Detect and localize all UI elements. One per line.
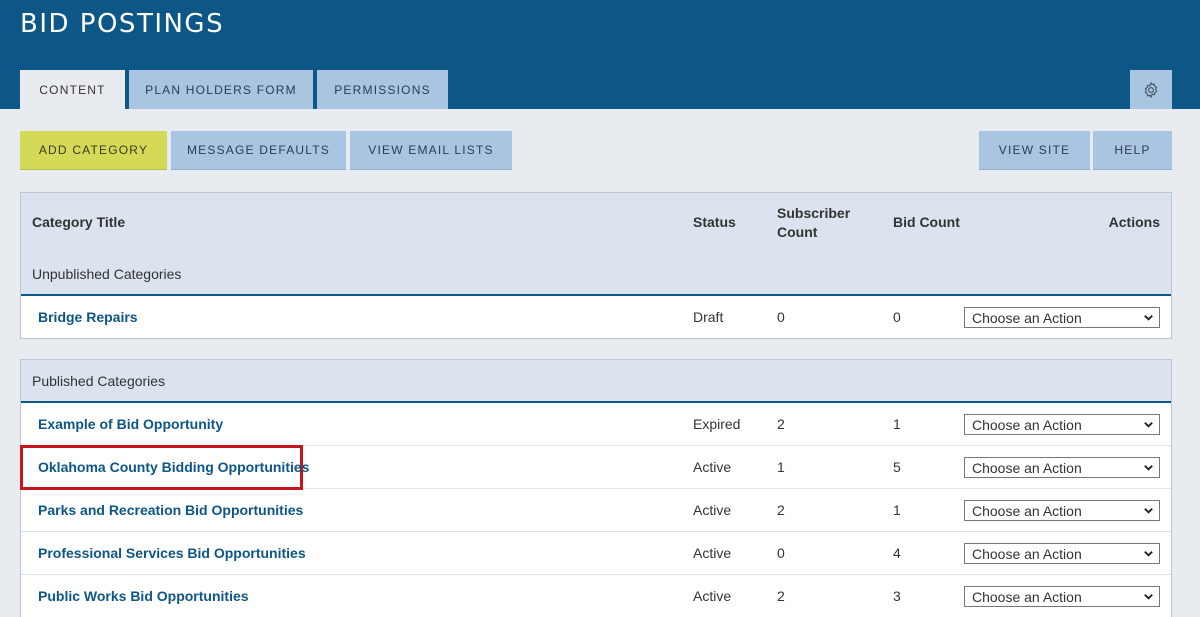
column-header-category-title: Category Title: [32, 214, 126, 230]
chevron-down-icon: [1144, 315, 1153, 321]
column-header-actions: Actions: [1108, 214, 1160, 230]
category-status: Expired: [693, 416, 741, 432]
action-select[interactable]: Choose an Action: [964, 500, 1160, 521]
category-status: Active: [693, 502, 732, 518]
bid-count: 4: [893, 545, 901, 561]
action-select[interactable]: Choose an Action: [964, 414, 1160, 435]
chevron-down-icon: [1144, 465, 1153, 471]
chevron-down-icon: [1144, 422, 1153, 428]
category-title-link[interactable]: Parks and Recreation Bid Opportunities: [38, 489, 303, 531]
column-header-bid-count: Bid Count: [893, 214, 960, 230]
published-categories-panel: Published Categories Example of Bid Oppo…: [20, 359, 1172, 617]
category-status: Active: [693, 459, 732, 475]
action-select[interactable]: Choose an Action: [964, 457, 1160, 478]
page-title: BID POSTINGS: [20, 9, 225, 39]
published-header: Published Categories: [21, 360, 1171, 403]
bid-count: 0: [893, 309, 901, 325]
table-row: Parks and Recreation Bid Opportunities A…: [21, 489, 1171, 532]
table-row: Bridge Repairs Draft 0 0 Choose an Actio…: [21, 296, 1171, 339]
help-button[interactable]: HELP: [1093, 131, 1172, 170]
tab-plan-holders-form[interactable]: PLAN HOLDERS FORM: [129, 70, 313, 109]
action-select[interactable]: Choose an Action: [964, 307, 1160, 328]
column-header-status: Status: [693, 214, 736, 230]
category-title-link[interactable]: Public Works Bid Opportunities: [38, 575, 249, 617]
category-title-link[interactable]: Bridge Repairs: [38, 296, 138, 338]
table-row: Oklahoma County Bidding Opportunities Ac…: [20, 445, 1171, 490]
column-header-subscriber-count: Subscriber Count: [777, 204, 850, 242]
gear-icon: [1144, 81, 1158, 98]
table-header: Category Title Status Subscriber Count B…: [21, 193, 1171, 296]
column-header-subscriber-line2: Count: [777, 224, 818, 240]
action-select-value: Choose an Action: [972, 309, 1082, 326]
subscriber-count: 2: [777, 502, 785, 518]
action-select-value: Choose an Action: [972, 588, 1082, 605]
tab-permissions[interactable]: PERMISSIONS: [317, 70, 448, 109]
chevron-down-icon: [1144, 594, 1153, 600]
bid-count: 3: [893, 588, 901, 604]
chevron-down-icon: [1144, 508, 1153, 514]
tab-content[interactable]: CONTENT: [20, 70, 125, 109]
table-row: Professional Services Bid Opportunities …: [21, 532, 1171, 575]
published-section-label: Published Categories: [32, 373, 166, 389]
action-select-value: Choose an Action: [972, 502, 1082, 519]
subscriber-count: 2: [777, 588, 785, 604]
subscriber-count: 0: [777, 309, 785, 325]
settings-button[interactable]: [1130, 70, 1172, 109]
view-email-lists-button[interactable]: VIEW EMAIL LISTS: [350, 131, 512, 170]
add-category-button[interactable]: ADD CATEGORY: [20, 131, 167, 170]
unpublished-categories-panel: Category Title Status Subscriber Count B…: [20, 192, 1172, 339]
bid-count: 5: [893, 459, 901, 475]
category-status: Active: [693, 588, 732, 604]
category-title-link[interactable]: Professional Services Bid Opportunities: [38, 532, 306, 574]
action-select[interactable]: Choose an Action: [964, 543, 1160, 564]
category-title-link[interactable]: Example of Bid Opportunity: [38, 403, 223, 445]
page-header: BID POSTINGS CONTENT PLAN HOLDERS FORM P…: [0, 0, 1200, 109]
unpublished-section-label: Unpublished Categories: [32, 266, 182, 282]
action-select-value: Choose an Action: [972, 416, 1082, 433]
subscriber-count: 2: [777, 416, 785, 432]
category-status: Draft: [693, 309, 724, 325]
chevron-down-icon: [1144, 551, 1153, 557]
action-select-value: Choose an Action: [972, 545, 1082, 562]
category-title-link[interactable]: Oklahoma County Bidding Opportunities: [38, 446, 309, 488]
subscriber-count: 0: [777, 545, 785, 561]
message-defaults-button[interactable]: MESSAGE DEFAULTS: [171, 131, 346, 170]
table-row: Public Works Bid Opportunities Active 2 …: [21, 575, 1171, 617]
bid-count: 1: [893, 502, 901, 518]
action-select-value: Choose an Action: [972, 459, 1082, 476]
column-header-subscriber-line1: Subscriber: [777, 205, 851, 221]
view-site-button[interactable]: VIEW SITE: [979, 131, 1090, 170]
action-select[interactable]: Choose an Action: [964, 586, 1160, 607]
category-status: Active: [693, 545, 732, 561]
subscriber-count: 1: [777, 459, 785, 475]
bid-count: 1: [893, 416, 901, 432]
table-row: Example of Bid Opportunity Expired 2 1 C…: [21, 403, 1171, 446]
